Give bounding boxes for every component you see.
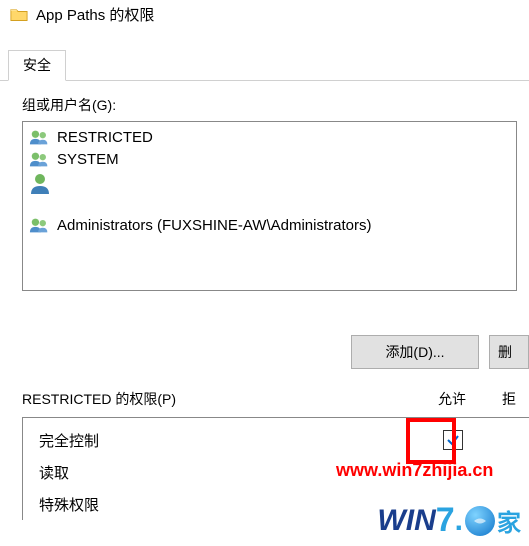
users-icon xyxy=(29,150,51,168)
list-item[interactable]: RESTRICTED xyxy=(25,126,514,148)
groups-label: 组或用户名(G): xyxy=(22,95,529,115)
tab-strip: 安全 xyxy=(0,49,529,81)
deny-column-header: 拒 xyxy=(502,389,529,409)
users-icon xyxy=(29,216,51,234)
button-row: 添加(D)... 删 xyxy=(0,335,529,369)
allow-checkbox[interactable] xyxy=(443,430,463,450)
watermark-logo: WIN7.家 xyxy=(377,501,521,540)
remove-button[interactable]: 删 xyxy=(489,335,529,369)
users-icon xyxy=(29,128,51,146)
principals-listbox[interactable]: RESTRICTED SYSTEM Administrators (FUXSHI… xyxy=(22,121,517,291)
list-item[interactable]: SYSTEM xyxy=(25,148,514,170)
principal-name: SYSTEM xyxy=(57,151,119,168)
allow-column-header: 允许 xyxy=(402,389,502,409)
permissions-owner-label: RESTRICTED 的权限(P) xyxy=(22,389,402,409)
user-icon xyxy=(29,172,51,194)
watermark-url: www.win7zhijia.cn xyxy=(336,460,493,481)
list-item[interactable] xyxy=(25,170,514,196)
list-item[interactable]: Administrators (FUXSHINE-AW\Administrato… xyxy=(25,214,514,236)
folder-icon xyxy=(10,7,28,23)
permission-name: 完全控制 xyxy=(23,430,403,451)
add-button[interactable]: 添加(D)... xyxy=(351,335,479,369)
permissions-header: RESTRICTED 的权限(P) 允许 拒 xyxy=(0,389,529,409)
window-titlebar: App Paths 的权限 xyxy=(0,0,529,29)
tab-security[interactable]: 安全 xyxy=(8,50,66,81)
window-title: App Paths 的权限 xyxy=(36,4,154,25)
permission-name: 特殊权限 xyxy=(23,494,403,515)
principal-name: Administrators (FUXSHINE-AW\Administrato… xyxy=(57,217,372,234)
principal-name: RESTRICTED xyxy=(57,129,153,146)
table-row: 完全控制 xyxy=(23,424,529,456)
